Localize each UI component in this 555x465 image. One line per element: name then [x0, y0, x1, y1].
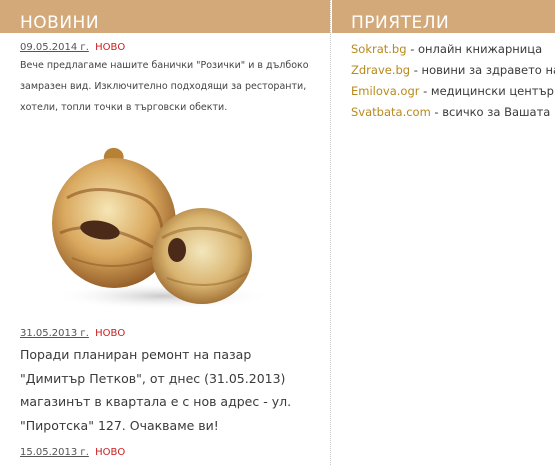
news-list: 09.05.2014 г. НОВО Вече предлагаме нашит… — [0, 41, 330, 460]
friend-desc: - всичко за Вашата — [430, 105, 551, 119]
new-badge: НОВО — [95, 447, 126, 458]
news-meta: 09.05.2014 г. НОВО — [20, 41, 318, 55]
news-header: НОВИНИ — [0, 0, 330, 33]
news-meta: 15.05.2013 г. НОВО — [20, 446, 318, 460]
news-date-link[interactable]: 31.05.2013 г. — [20, 328, 89, 339]
pastry-product-image — [52, 147, 272, 310]
column-divider — [330, 0, 331, 465]
friend-desc: - новини за здравето на — [410, 63, 555, 77]
friend-item: Sokrat.bg - онлайн книжарница — [351, 39, 555, 60]
news-item: 15.05.2013 г. НОВО — [20, 446, 318, 460]
news-date-link[interactable]: 09.05.2014 г. — [20, 42, 89, 53]
news-text: Вече предлагаме нашите банички "Розички"… — [20, 60, 309, 113]
friends-column: ПРИЯТЕЛИ Sokrat.bg - онлайн книжарница Z… — [332, 0, 555, 465]
new-badge: НОВО — [95, 42, 126, 53]
friend-item: Zdrave.bg - новини за здравето на — [351, 60, 555, 81]
friend-link-svatbata[interactable]: Svatbata.com — [351, 105, 431, 119]
friend-item: Emilova.ogr - медицински център д — [351, 81, 555, 102]
friend-link-sokrat[interactable]: Sokrat.bg — [351, 42, 407, 56]
news-date-link[interactable]: 15.05.2013 г. — [20, 447, 89, 458]
news-meta: 31.05.2013 г. НОВО — [20, 327, 318, 341]
friend-link-emilova[interactable]: Emilova.ogr — [351, 84, 419, 98]
friends-header: ПРИЯТЕЛИ — [332, 0, 555, 33]
news-text: Поради планиран ремонт на пазар "Димитър… — [20, 347, 292, 433]
news-item: 31.05.2013 г. НОВО Поради планиран ремон… — [20, 327, 318, 437]
new-badge: НОВО — [95, 328, 126, 339]
news-column: НОВИНИ 09.05.2014 г. НОВО Вече предлагам… — [0, 0, 330, 465]
friend-link-zdrave[interactable]: Zdrave.bg — [351, 63, 410, 77]
friend-item: Svatbata.com - всичко за Вашата — [351, 102, 555, 123]
news-item: 09.05.2014 г. НОВО Вече предлагаме нашит… — [20, 41, 318, 118]
friend-desc: - медицински център д — [419, 84, 555, 98]
friends-list: Sokrat.bg - онлайн книжарница Zdrave.bg … — [332, 33, 555, 123]
friend-desc: - онлайн книжарница — [406, 42, 543, 56]
